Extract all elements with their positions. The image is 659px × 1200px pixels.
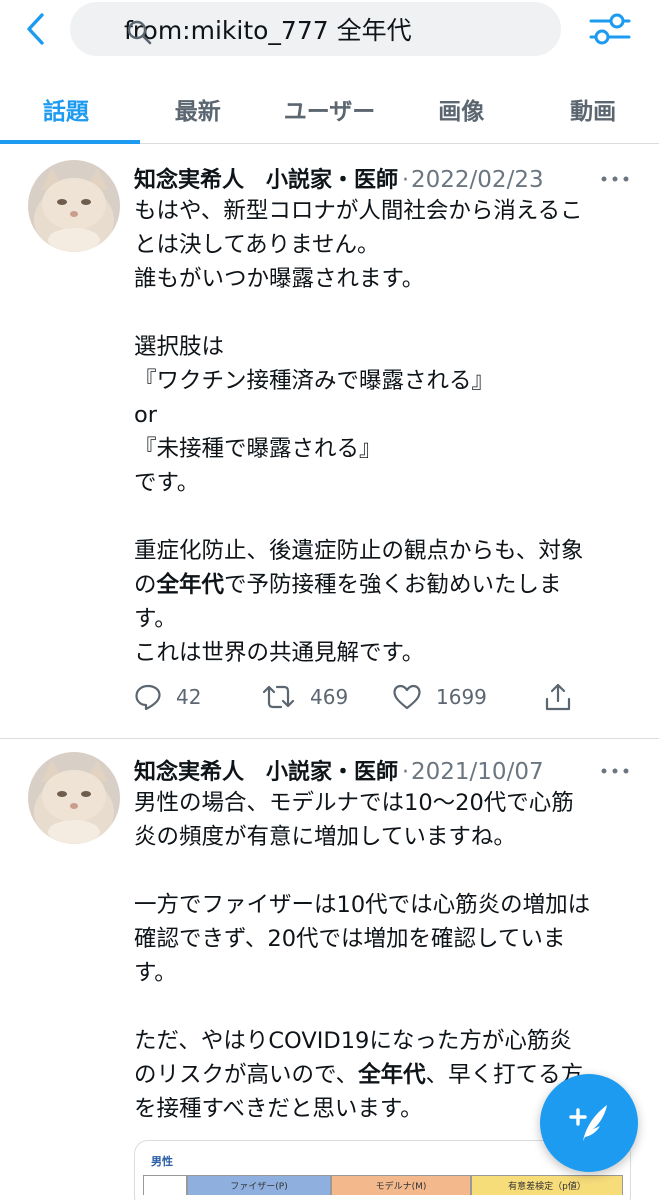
- table-cell: ファイザー(P): [187, 1175, 331, 1195]
- retweet-button[interactable]: 469: [262, 683, 382, 711]
- reply-button[interactable]: 42: [134, 683, 244, 711]
- author-name[interactable]: 知念実希人 小説家・医師: [134, 754, 398, 786]
- tweet-date[interactable]: 2021/10/07: [411, 759, 544, 785]
- retweet-count: 469: [310, 685, 349, 709]
- tweet-line: 一方でファイザーは10代では心筋炎の増加は: [134, 892, 591, 918]
- tweet-line: す。: [134, 960, 177, 986]
- more-button[interactable]: [600, 170, 630, 190]
- tweet-line: 確認できず、20代では増加を確認していま: [134, 926, 566, 952]
- compose-icon: [569, 1105, 607, 1141]
- tweet-line: す。: [134, 606, 177, 632]
- back-button[interactable]: [20, 12, 50, 46]
- table-cell: [143, 1175, 187, 1195]
- tweet-line: 『ワクチン接種済みで曝露される』: [134, 368, 495, 394]
- more-dots-icon: [601, 768, 629, 774]
- search-header: from:mikito_777 全年代: [0, 0, 659, 60]
- tweet-line: 重症化防止、後遺症防止の観点からも、対象: [134, 538, 584, 564]
- sliders-icon: [589, 13, 631, 45]
- embed-table-header: ファイザー(P) モデルナ(M) 有意差検定（p値）: [143, 1175, 623, 1195]
- more-dots-icon: [601, 176, 629, 182]
- tweet-line: の全年代で予防接種を強くお勧めいたしま: [134, 568, 639, 602]
- tweet-text: もはや、新型コロナが人間社会から消えるこ とは決してありません。 誰もがいつか曝…: [134, 194, 639, 670]
- tweet-line: 炎の頻度が有意に増加していますね。: [134, 824, 516, 850]
- chevron-left-icon: [27, 13, 44, 45]
- tab-images[interactable]: 画像: [395, 74, 527, 143]
- highlight-keyword: 全年代: [156, 572, 225, 598]
- tweet-date[interactable]: 2022/02/23: [411, 167, 544, 193]
- avatar[interactable]: [28, 752, 120, 844]
- table-cell: モデルナ(M): [331, 1175, 471, 1195]
- separator: ·: [402, 168, 410, 193]
- reply-icon: [135, 684, 161, 711]
- like-count: 1699: [436, 685, 487, 709]
- search-tabs: 話題 最新 ユーザー 画像 動画: [0, 74, 659, 144]
- reply-count: 42: [176, 685, 202, 709]
- tweet-text: 男性の場合、モデルナでは10〜20代で心筋 炎の頻度が有意に増加していますね。 …: [134, 786, 639, 1126]
- cat-avatar-icon: [28, 160, 120, 252]
- tweet-line: です。: [134, 470, 200, 496]
- author-name[interactable]: 知念実希人 小説家・医師: [134, 162, 398, 194]
- share-icon: [545, 683, 571, 711]
- tweet-line: [134, 500, 639, 534]
- share-button[interactable]: [544, 682, 572, 712]
- tweet-text-span: の: [134, 572, 157, 598]
- highlight-keyword: 全年代: [358, 1062, 426, 1088]
- tweet-line: [134, 296, 639, 330]
- tab-latest[interactable]: 最新: [132, 74, 264, 143]
- tweet-text-span: のリスクが高いので、: [134, 1062, 359, 1088]
- table-cell: 有意差検定（p値）: [471, 1175, 623, 1195]
- tweet-line: もはや、新型コロナが人間社会から消えるこ: [134, 198, 583, 224]
- tweet-text-span: で予防接種を強くお勧めいたしま: [224, 572, 562, 598]
- more-button[interactable]: [600, 762, 630, 782]
- tweet-line: ただ、やはりCOVID19になった方が心筋炎: [134, 1028, 572, 1054]
- tab-top[interactable]: 話題: [0, 74, 140, 144]
- search-input[interactable]: from:mikito_777 全年代: [70, 2, 561, 56]
- filter-button[interactable]: [588, 10, 632, 48]
- avatar[interactable]: [28, 160, 120, 252]
- heart-icon: [393, 684, 421, 710]
- tweet-actions: 42 469 1699: [134, 682, 612, 712]
- cat-avatar-icon: [28, 752, 120, 844]
- tweet-line: これは世界の共通見解です。: [134, 640, 425, 666]
- search-icon: [127, 20, 152, 45]
- embed-title: 男性: [151, 1155, 173, 1168]
- tweet-line: 選択肢は: [134, 334, 225, 360]
- separator: ·: [402, 760, 410, 785]
- tweet-line: 誰もがいつか曝露されます。: [134, 266, 425, 292]
- tweet-line: [134, 990, 639, 1024]
- tweet-header: 知念実希人 小説家・医師 · 2022/02/23: [134, 162, 544, 194]
- tweet-line: 『未接種で曝露される』: [134, 436, 382, 462]
- tweet-line: or: [134, 402, 158, 428]
- tab-users[interactable]: ユーザー: [264, 74, 396, 143]
- compose-button[interactable]: [540, 1074, 638, 1172]
- search-query: from:mikito_777 全年代: [124, 16, 412, 45]
- tab-videos[interactable]: 動画: [527, 74, 659, 143]
- tweet-divider: [0, 738, 659, 739]
- tweet-line: とは決してありません。: [134, 232, 380, 258]
- retweet-icon: [262, 685, 295, 709]
- tweet-line: 男性の場合、モデルナでは10〜20代で心筋: [134, 790, 574, 816]
- tweet-header: 知念実希人 小説家・医師 · 2021/10/07: [134, 754, 544, 786]
- tweet-line: [134, 854, 639, 888]
- like-button[interactable]: 1699: [392, 683, 520, 711]
